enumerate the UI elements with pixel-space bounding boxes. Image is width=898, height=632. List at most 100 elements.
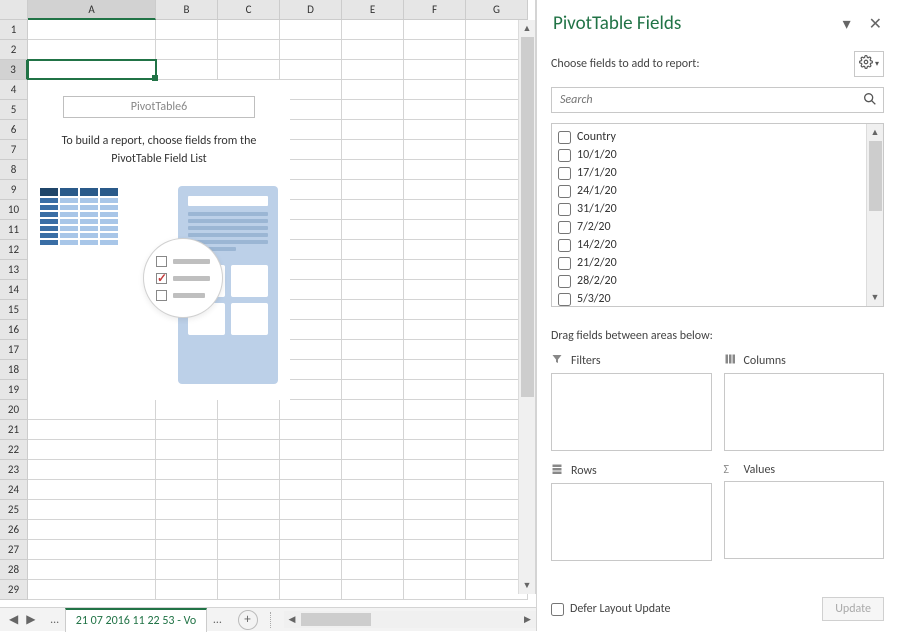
scroll-up-icon[interactable]: ▲: [867, 124, 883, 141]
cell[interactable]: [28, 500, 156, 520]
row-header[interactable]: 17: [0, 340, 28, 360]
cell[interactable]: [342, 60, 404, 80]
row-header[interactable]: 16: [0, 320, 28, 340]
tab-overflow-after-icon[interactable]: …: [207, 613, 227, 627]
row-header[interactable]: 6: [0, 120, 28, 140]
field-item[interactable]: 24/1/20: [552, 182, 883, 200]
cell[interactable]: [342, 560, 404, 580]
cell[interactable]: [28, 400, 156, 420]
field-item[interactable]: 31/1/20: [552, 200, 883, 218]
columns-dropzone[interactable]: [724, 373, 885, 451]
cell[interactable]: [404, 580, 466, 600]
cell[interactable]: [342, 260, 404, 280]
cell[interactable]: [404, 100, 466, 120]
cell[interactable]: [342, 140, 404, 160]
search-input[interactable]: [551, 87, 884, 113]
cell[interactable]: [404, 40, 466, 60]
cell[interactable]: [280, 500, 342, 520]
cell[interactable]: [28, 560, 156, 580]
row-header[interactable]: 27: [0, 540, 28, 560]
col-header-A[interactable]: A: [28, 0, 156, 20]
close-icon[interactable]: ✕: [869, 14, 882, 34]
row-header[interactable]: 13: [0, 260, 28, 280]
cell[interactable]: [28, 460, 156, 480]
cell[interactable]: [218, 420, 280, 440]
field-checkbox[interactable]: [558, 293, 571, 306]
cell[interactable]: [404, 260, 466, 280]
cell[interactable]: [156, 480, 218, 500]
cell[interactable]: [218, 60, 280, 80]
row-header[interactable]: 5: [0, 100, 28, 120]
cell[interactable]: [28, 540, 156, 560]
cell[interactable]: [342, 480, 404, 500]
cell[interactable]: [156, 40, 218, 60]
scroll-up-icon[interactable]: ▲: [519, 20, 535, 37]
cell[interactable]: [404, 280, 466, 300]
layout-options-button[interactable]: ▾: [854, 51, 884, 77]
cell[interactable]: [218, 440, 280, 460]
cell[interactable]: [404, 420, 466, 440]
row-header[interactable]: 12: [0, 240, 28, 260]
cell[interactable]: [404, 140, 466, 160]
cell[interactable]: [280, 60, 342, 80]
row-header[interactable]: 14: [0, 280, 28, 300]
field-checkbox[interactable]: [558, 185, 571, 198]
cell[interactable]: [156, 420, 218, 440]
cell[interactable]: [404, 380, 466, 400]
cell[interactable]: [280, 520, 342, 540]
cell[interactable]: [342, 360, 404, 380]
col-header-E[interactable]: E: [342, 0, 404, 20]
cell[interactable]: [280, 460, 342, 480]
vertical-scrollbar[interactable]: ▲ ▼: [518, 20, 535, 594]
cell[interactable]: [404, 200, 466, 220]
cell[interactable]: [28, 40, 156, 60]
defer-checkbox-input[interactable]: [551, 603, 564, 616]
field-checkbox[interactable]: [558, 221, 571, 234]
cell[interactable]: [404, 160, 466, 180]
cell[interactable]: [404, 60, 466, 80]
col-header-D[interactable]: D: [280, 0, 342, 20]
cell[interactable]: [342, 280, 404, 300]
row-header[interactable]: 19: [0, 380, 28, 400]
horizontal-scrollbar[interactable]: ◀ ▶: [284, 611, 536, 628]
field-item[interactable]: 17/1/20: [552, 164, 883, 182]
rows-dropzone[interactable]: [551, 483, 712, 561]
row-header[interactable]: 4: [0, 80, 28, 100]
row-header[interactable]: 18: [0, 360, 28, 380]
fields-scrollbar[interactable]: ▲ ▼: [866, 124, 883, 306]
field-item[interactable]: 5/3/20: [552, 290, 883, 307]
tab-overflow-icon[interactable]: …: [44, 613, 64, 627]
cell[interactable]: [342, 320, 404, 340]
tab-next-icon[interactable]: ▶: [23, 612, 38, 627]
cell[interactable]: [156, 540, 218, 560]
field-item[interactable]: 21/2/20: [552, 254, 883, 272]
cell[interactable]: [218, 540, 280, 560]
cell[interactable]: [342, 20, 404, 40]
cell[interactable]: [156, 580, 218, 600]
cell[interactable]: [342, 120, 404, 140]
row-header[interactable]: 11: [0, 220, 28, 240]
cell[interactable]: [218, 20, 280, 40]
cell[interactable]: [342, 520, 404, 540]
cell[interactable]: [280, 420, 342, 440]
cell[interactable]: [280, 40, 342, 60]
field-item[interactable]: Country: [552, 128, 883, 146]
cell[interactable]: [218, 580, 280, 600]
cell[interactable]: [218, 500, 280, 520]
cell[interactable]: [218, 560, 280, 580]
field-item[interactable]: 10/1/20: [552, 146, 883, 164]
hscroll-left-icon[interactable]: ◀: [284, 614, 301, 625]
cell[interactable]: [28, 440, 156, 460]
cell[interactable]: [404, 120, 466, 140]
scroll-thumb[interactable]: [869, 141, 882, 211]
row-header[interactable]: 29: [0, 580, 28, 600]
scroll-thumb[interactable]: [521, 37, 534, 397]
field-checkbox[interactable]: [558, 167, 571, 180]
row-header[interactable]: 15: [0, 300, 28, 320]
cell[interactable]: [28, 520, 156, 540]
row-header[interactable]: 26: [0, 520, 28, 540]
cell[interactable]: [156, 500, 218, 520]
cell[interactable]: [342, 580, 404, 600]
hscroll-thumb[interactable]: [301, 613, 371, 626]
cell[interactable]: [280, 440, 342, 460]
